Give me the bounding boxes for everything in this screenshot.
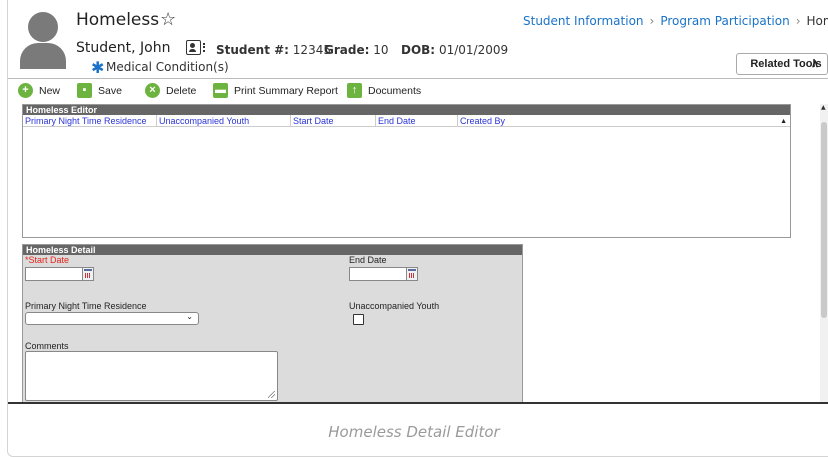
scrollbar-thumb[interactable] (821, 122, 827, 318)
delete-label: Delete (166, 85, 197, 97)
printer-icon: ▬ (213, 83, 228, 98)
editor-header: Homeless Editor (23, 105, 790, 115)
app-window: Homeless ☆ Student Information › Program P… (8, 0, 828, 404)
new-label: New (39, 85, 61, 97)
dob-label: DOB: (401, 43, 436, 57)
medical-asterisk-icon: ✱ (91, 58, 105, 77)
action-toolbar: + New ▪ Save × Delete ▬ Print Summary Re… (8, 82, 828, 102)
start-date-input[interactable] (25, 267, 82, 281)
column-unaccompanied-youth[interactable]: Unaccompanied Youth (157, 115, 291, 127)
plus-icon: + (18, 83, 33, 98)
column-start-date[interactable]: Start Date (291, 115, 376, 127)
grid-column-headers: Primary Night Time Residence Unaccompani… (23, 115, 790, 127)
related-tools-button[interactable]: Related Tools ∧ (736, 53, 828, 75)
grade-label: Grade: (324, 43, 370, 57)
homeless-detail-panel: Homeless Detail *Start Date End Date Pri… (22, 244, 523, 402)
column-end-date[interactable]: End Date (376, 115, 458, 127)
end-date-label: End Date (349, 255, 387, 265)
medical-conditions-link[interactable]: Medical Condition(s) (106, 60, 229, 74)
unaccompanied-youth-checkbox[interactable] (353, 314, 364, 325)
primary-night-time-residence-select[interactable]: ⌄ (25, 312, 199, 325)
calendar-icon[interactable] (406, 267, 418, 281)
print-label: Print Summary Report (234, 85, 338, 97)
comments-label: Comments (25, 341, 69, 351)
unaccompanied-youth-label: Unaccompanied Youth (349, 301, 440, 311)
page-title: Homeless (76, 10, 160, 30)
upload-icon: ↑ (347, 83, 362, 98)
scroll-up-icon[interactable]: ▲ (821, 104, 826, 111)
student-name: Student, John (76, 40, 171, 56)
breadcrumb: Student Information › Program Participatio… (523, 14, 828, 28)
avatar-body (20, 43, 66, 69)
page-scrollbar[interactable]: ▲ (820, 104, 828, 402)
breadcrumb-program-participation[interactable]: Program Participation (660, 14, 789, 28)
student-avatar (20, 12, 66, 69)
delete-x-icon: × (145, 83, 160, 98)
comments-textarea[interactable] (25, 351, 278, 401)
save-label: Save (98, 85, 122, 97)
breadcrumb-separator-icon: › (795, 14, 801, 28)
column-primary-night-time-residence[interactable]: Primary Night Time Residence (23, 115, 157, 127)
sort-ascending-icon[interactable]: ▲ (780, 116, 787, 128)
breadcrumb-student-information[interactable]: Student Information (523, 14, 644, 28)
breadcrumb-current: Homeless (806, 14, 828, 28)
calendar-icon[interactable] (82, 267, 94, 281)
detail-header: Homeless Detail (23, 245, 522, 255)
chevron-up-icon: ∧ (810, 58, 819, 70)
student-grade: Grade: 10 (324, 43, 389, 57)
save-icon: ▪ (77, 83, 92, 98)
header-divider (8, 78, 828, 79)
grade-value: 10 (373, 43, 389, 57)
start-date-label: *Start Date (25, 255, 70, 265)
student-dob: DOB: 01/01/2009 (401, 43, 508, 57)
column-created-by[interactable]: Created By ▲ (458, 115, 790, 127)
student-number-label: Student #: (216, 43, 289, 57)
chevron-down-icon: ⌄ (186, 312, 193, 321)
homeless-editor-grid: Homeless Editor Primary Night Time Resid… (22, 104, 791, 238)
student-number: Student #: 12345 (216, 43, 331, 57)
documents-label: Documents (368, 85, 422, 97)
star-icon[interactable]: ☆ (160, 9, 176, 30)
resize-handle-icon[interactable] (268, 391, 275, 398)
breadcrumb-separator-icon: › (649, 14, 655, 28)
dob-value: 01/01/2009 (438, 43, 509, 57)
avatar-head (28, 12, 58, 42)
primary-night-time-residence-label: Primary Night Time Residence (25, 301, 147, 311)
figure-caption: Homeless Detail Editor (328, 423, 500, 441)
end-date-input[interactable] (349, 267, 406, 281)
contact-card-dots-icon (203, 43, 205, 52)
contact-card-icon[interactable] (186, 40, 201, 55)
created-by-label: Created By (460, 116, 506, 126)
